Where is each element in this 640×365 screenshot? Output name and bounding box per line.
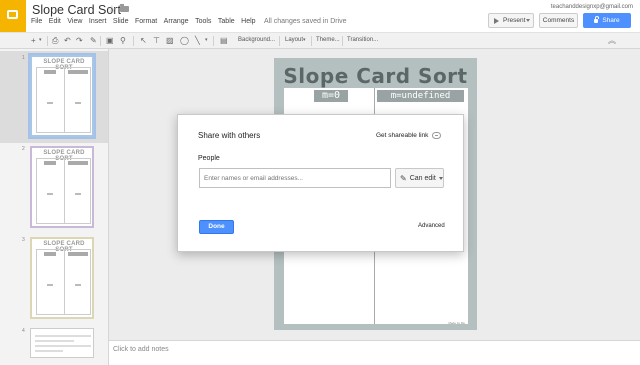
toolbar-divider xyxy=(311,36,312,46)
advanced-link[interactable]: Advanced xyxy=(418,223,445,229)
slide-preview-body xyxy=(36,67,91,133)
chevron-down-icon[interactable]: ▾ xyxy=(39,35,42,46)
slide-number: 1 xyxy=(22,55,25,61)
new-slide-icon[interactable]: + xyxy=(31,35,36,46)
slide-number: 2 xyxy=(22,146,25,152)
save-status[interactable]: All changes saved in Drive xyxy=(264,18,347,25)
notes-placeholder[interactable]: Click to add notes xyxy=(113,346,169,353)
menu-bar: File Edit View Insert Slide Format Arran… xyxy=(31,18,353,25)
slide-preview-body xyxy=(36,249,91,315)
menu-insert[interactable]: Insert xyxy=(89,18,107,25)
chevron-down-icon[interactable]: ▾ xyxy=(205,35,208,46)
paint-format-icon[interactable]: ✎ xyxy=(90,35,97,46)
slide-number: 3 xyxy=(22,237,25,243)
toolbar: + ▾ ⎙ ↶ ↷ ✎ ▣ ⚲ ↖ ⊤ ▨ ◯ ╲ ▾ ▤ Background… xyxy=(0,32,640,49)
people-input[interactable] xyxy=(199,168,391,188)
pencil-icon: ✎ xyxy=(400,173,407,183)
transition-button[interactable]: Transition... xyxy=(347,35,378,46)
slide-preview xyxy=(30,328,94,358)
slide-thumbnail-3[interactable]: 3 SLOPE CARD SORT xyxy=(0,233,108,325)
toolbar-divider xyxy=(100,36,101,46)
chevron-down-icon[interactable] xyxy=(526,19,530,22)
line-icon[interactable]: ╲ xyxy=(195,35,200,46)
menu-tools[interactable]: Tools xyxy=(195,18,211,25)
slide-number: 4 xyxy=(22,328,25,334)
comment-icon[interactable]: ▤ xyxy=(220,35,228,46)
menu-table[interactable]: Table xyxy=(218,18,235,25)
present-label: Present xyxy=(503,17,526,24)
text-box-icon[interactable]: ⊤ xyxy=(153,35,160,46)
slide-filmstrip[interactable]: 1 SLOPE CARD SORT 2 SLOPE CARD SORT 3 SL… xyxy=(0,49,109,365)
permission-label: Can edit xyxy=(409,174,436,182)
share-dialog: Share with others Get shareable link Peo… xyxy=(177,114,464,252)
slide-header-right[interactable]: m=undefined xyxy=(377,90,464,102)
slide-thumbnail-2[interactable]: 2 SLOPE CARD SORT xyxy=(0,142,108,234)
lock-icon xyxy=(594,15,599,23)
theme-button[interactable]: Theme... xyxy=(316,35,340,46)
toolbar-divider xyxy=(213,36,214,46)
menu-file[interactable]: File xyxy=(31,18,42,25)
done-button[interactable]: Done xyxy=(199,220,234,234)
undo-icon[interactable]: ↶ xyxy=(64,35,71,46)
share-button[interactable]: Share xyxy=(583,13,631,28)
slide-header-left[interactable]: m=0 xyxy=(314,90,348,102)
zoom-fit-icon[interactable]: ▣ xyxy=(106,35,114,46)
user-email[interactable]: teachanddesignxp@gmail.com xyxy=(551,4,633,10)
menu-format[interactable]: Format xyxy=(135,18,157,25)
app-header: Slope Card Sort ☆ File Edit View Insert … xyxy=(0,0,640,32)
print-icon[interactable]: ⎙ xyxy=(52,35,58,46)
get-shareable-link-button[interactable]: Get shareable link xyxy=(376,132,442,139)
share-label: Share xyxy=(602,17,620,24)
slide-preview-body xyxy=(36,158,91,224)
slide-title[interactable]: Slope Card Sort xyxy=(274,64,477,88)
chevron-up-icon[interactable]: ︽ xyxy=(608,35,616,46)
chevron-down-icon[interactable]: ▾ xyxy=(303,35,306,46)
folder-icon[interactable] xyxy=(120,4,129,12)
menu-slide[interactable]: Slide xyxy=(113,18,129,25)
image-icon[interactable]: ▨ xyxy=(166,35,174,46)
slide-preview: SLOPE CARD SORT xyxy=(28,53,96,139)
menu-arrange[interactable]: Arrange xyxy=(164,18,189,25)
speaker-notes[interactable]: Click to add notes xyxy=(109,340,640,365)
shareable-link-label: Get shareable link xyxy=(376,132,429,139)
permission-dropdown[interactable]: ✎ Can edit xyxy=(395,168,444,188)
menu-edit[interactable]: Edit xyxy=(49,18,61,25)
background-button[interactable]: Background... xyxy=(238,35,275,46)
star-icon[interactable]: ☆ xyxy=(107,3,117,16)
toolbar-divider xyxy=(133,36,134,46)
layout-button[interactable]: Layout xyxy=(285,35,303,46)
slide-thumbnail-4[interactable]: 4 xyxy=(0,324,108,365)
link-icon xyxy=(432,132,442,139)
chevron-down-icon xyxy=(438,176,443,180)
play-icon xyxy=(494,17,499,24)
slide-thumbnail-1[interactable]: 1 SLOPE CARD SORT xyxy=(0,51,108,143)
people-label: People xyxy=(198,155,220,162)
slide-preview: SLOPE CARD SORT xyxy=(30,237,94,319)
slides-logo-icon[interactable] xyxy=(0,0,26,32)
menu-view[interactable]: View xyxy=(67,18,82,25)
toolbar-divider xyxy=(47,36,48,46)
slide-credit: Made by Me xyxy=(448,321,465,325)
menu-help[interactable]: Help xyxy=(241,18,255,25)
shape-icon[interactable]: ◯ xyxy=(180,35,189,46)
toolbar-divider xyxy=(279,36,280,46)
slide-preview: SLOPE CARD SORT xyxy=(30,146,94,228)
select-cursor-icon[interactable]: ↖ xyxy=(140,35,147,46)
dialog-title: Share with others xyxy=(198,131,261,140)
zoom-icon[interactable]: ⚲ xyxy=(120,35,126,46)
present-button[interactable]: Present xyxy=(488,13,534,28)
toolbar-divider xyxy=(342,36,343,46)
comments-button[interactable]: Comments xyxy=(539,13,578,28)
redo-icon[interactable]: ↷ xyxy=(76,35,83,46)
